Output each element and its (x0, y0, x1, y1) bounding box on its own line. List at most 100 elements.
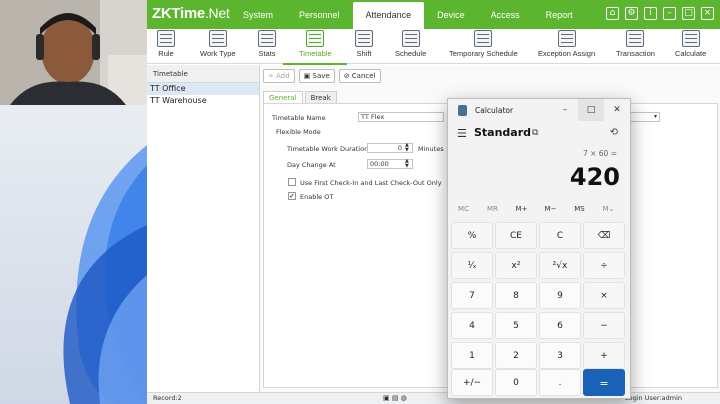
digit-2-key[interactable]: 2 (495, 342, 537, 369)
first-last-checkbox[interactable] (288, 178, 296, 186)
digit-8-key[interactable]: 8 (495, 282, 537, 309)
mem-add-button[interactable]: M+ (507, 205, 536, 213)
zktime-window: ZKTime.Net System Personnel Attendance D… (147, 0, 720, 404)
clear-entry-key[interactable]: CE (495, 222, 537, 249)
menu-device[interactable]: Device (424, 2, 478, 29)
work-duration-label: Timetable Work Duration (287, 145, 369, 153)
action-buttons: + Add ▣ Save ⊘ Cancel (263, 69, 381, 83)
minimize-icon[interactable]: – (663, 7, 676, 20)
mem-clear-button[interactable]: MC (449, 205, 478, 213)
calc-minimize-icon[interactable]: – (552, 99, 578, 121)
save-button[interactable]: ▣ Save (298, 69, 335, 83)
timetable-name-label: Timetable Name (272, 114, 326, 122)
calculator-result: 420 (569, 163, 620, 191)
tool-rule[interactable]: Rule (157, 30, 175, 58)
window-controls: ⌂ ⚙ i – □ × (606, 7, 714, 20)
help-icon[interactable]: i (644, 7, 657, 20)
home-icon[interactable]: ⌂ (606, 7, 619, 20)
tool-work-type[interactable]: Work Type (200, 30, 236, 58)
calculator-window: Calculator – □ ✕ ☰ Standard ⧉ ⟲ 7 × 6 0 =… (447, 98, 631, 399)
app-logo: ZKTime.Net (152, 5, 230, 22)
equals-key[interactable]: = (583, 369, 625, 396)
negate-key[interactable]: +/− (451, 369, 493, 396)
history-icon[interactable]: ⟲ (610, 127, 618, 138)
status-icons: ▣ ▤ ◍ (383, 394, 407, 402)
mem-list-button[interactable]: M⌄ (594, 205, 623, 213)
digit-7-key[interactable]: 7 (451, 282, 493, 309)
record-count: Record:2 (153, 394, 182, 402)
tool-shift[interactable]: Shift (355, 30, 373, 58)
chevron-down-icon: ▾ (653, 113, 657, 120)
timetable-list-panel: Timetable TT Office TT Warehouse (147, 65, 260, 392)
timetable-list-item[interactable]: TT Office (147, 83, 259, 95)
menu-system[interactable]: System (230, 2, 286, 29)
mem-store-button[interactable]: MS (565, 205, 594, 213)
digit-4-key[interactable]: 4 (451, 312, 493, 339)
stats-icon (258, 30, 276, 47)
cancel-icon: ⊘ (343, 72, 352, 80)
backspace-key[interactable]: ⌫ (583, 222, 625, 249)
close-icon[interactable]: × (701, 7, 714, 20)
percent-key[interactable]: % (451, 222, 493, 249)
menu-report[interactable]: Report (533, 2, 586, 29)
stepper-arrows-icon[interactable]: ▲ ▼ (405, 143, 409, 153)
maximize-icon[interactable]: □ (682, 7, 695, 20)
mem-recall-button[interactable]: MR (478, 205, 507, 213)
reciprocal-key[interactable]: ¹⁄ₓ (451, 252, 493, 279)
tool-stats[interactable]: Stats (258, 30, 276, 58)
timetable-name-input[interactable]: TT Flex (358, 112, 444, 122)
subtract-key[interactable]: − (583, 312, 625, 339)
flexible-mode-section: Flexible Mode (276, 128, 321, 136)
calc-maximize-icon[interactable]: □ (578, 99, 604, 121)
calculator-title: Calculator (475, 106, 514, 115)
digit-1-key[interactable]: 1 (451, 342, 493, 369)
presenter-video (0, 0, 147, 105)
digit-5-key[interactable]: 5 (495, 312, 537, 339)
add-key[interactable]: + (583, 342, 625, 369)
timetable-list-item[interactable]: TT Warehouse (147, 95, 259, 107)
tool-timetable[interactable]: Timetable (299, 30, 332, 58)
add-button[interactable]: + Add (263, 69, 295, 83)
day-change-label: Day Change At (287, 161, 336, 169)
menu-personnel[interactable]: Personnel (286, 2, 353, 29)
temporary-schedule-icon (474, 30, 493, 47)
digit-3-key[interactable]: 3 (539, 342, 581, 369)
divide-key[interactable]: ÷ (583, 252, 625, 279)
calculator-mode: Standard (474, 126, 532, 139)
floppy-icon: ▣ (303, 72, 313, 80)
rule-icon (157, 30, 175, 47)
webcam-overlay (0, 0, 147, 105)
toolbar: Rule Work Type Stats Timetable Shift Sch… (147, 29, 720, 64)
decimal-key[interactable]: . (539, 369, 581, 396)
tool-temporary-schedule[interactable]: Temporary Schedule (449, 30, 518, 58)
enable-ot-checkbox[interactable]: ✓ (288, 192, 296, 200)
gear-icon[interactable]: ⚙ (625, 7, 638, 20)
calc-close-icon[interactable]: ✕ (604, 99, 630, 121)
calculate-icon (681, 30, 700, 47)
keep-on-top-icon[interactable]: ⧉ (532, 128, 538, 138)
menu-attendance[interactable]: Attendance (352, 2, 425, 29)
timetable-icon (306, 30, 325, 47)
status-bar: Record:2 ▣ ▤ ◍ Login User:admin (147, 392, 720, 404)
plus-icon: + (268, 72, 277, 80)
digit-9-key[interactable]: 9 (539, 282, 581, 309)
time-stepper-icon[interactable]: ▲ ▼ (405, 159, 409, 169)
clear-key[interactable]: C (539, 222, 581, 249)
square-key[interactable]: x² (495, 252, 537, 279)
multiply-key[interactable]: × (583, 282, 625, 309)
digit-6-key[interactable]: 6 (539, 312, 581, 339)
sqrt-key[interactable]: ²√x (539, 252, 581, 279)
checkmark-icon: ✓ (289, 192, 295, 200)
tool-exception-assign[interactable]: Exception Assign (538, 30, 595, 58)
digit-0-key[interactable]: 0 (495, 369, 537, 396)
tool-transaction[interactable]: Transaction (616, 30, 655, 58)
main-menu: System Personnel Attendance Device Acces… (230, 2, 586, 29)
cancel-button[interactable]: ⊘ Cancel (338, 69, 381, 83)
transaction-icon (626, 30, 645, 47)
tool-calculate[interactable]: Calculate (675, 30, 706, 58)
duration-unit-label: Minutes (418, 145, 444, 153)
tool-schedule[interactable]: Schedule (395, 30, 426, 58)
menu-access[interactable]: Access (478, 2, 533, 29)
hamburger-icon[interactable]: ☰ (457, 127, 467, 140)
mem-subtract-button[interactable]: M− (536, 205, 565, 213)
